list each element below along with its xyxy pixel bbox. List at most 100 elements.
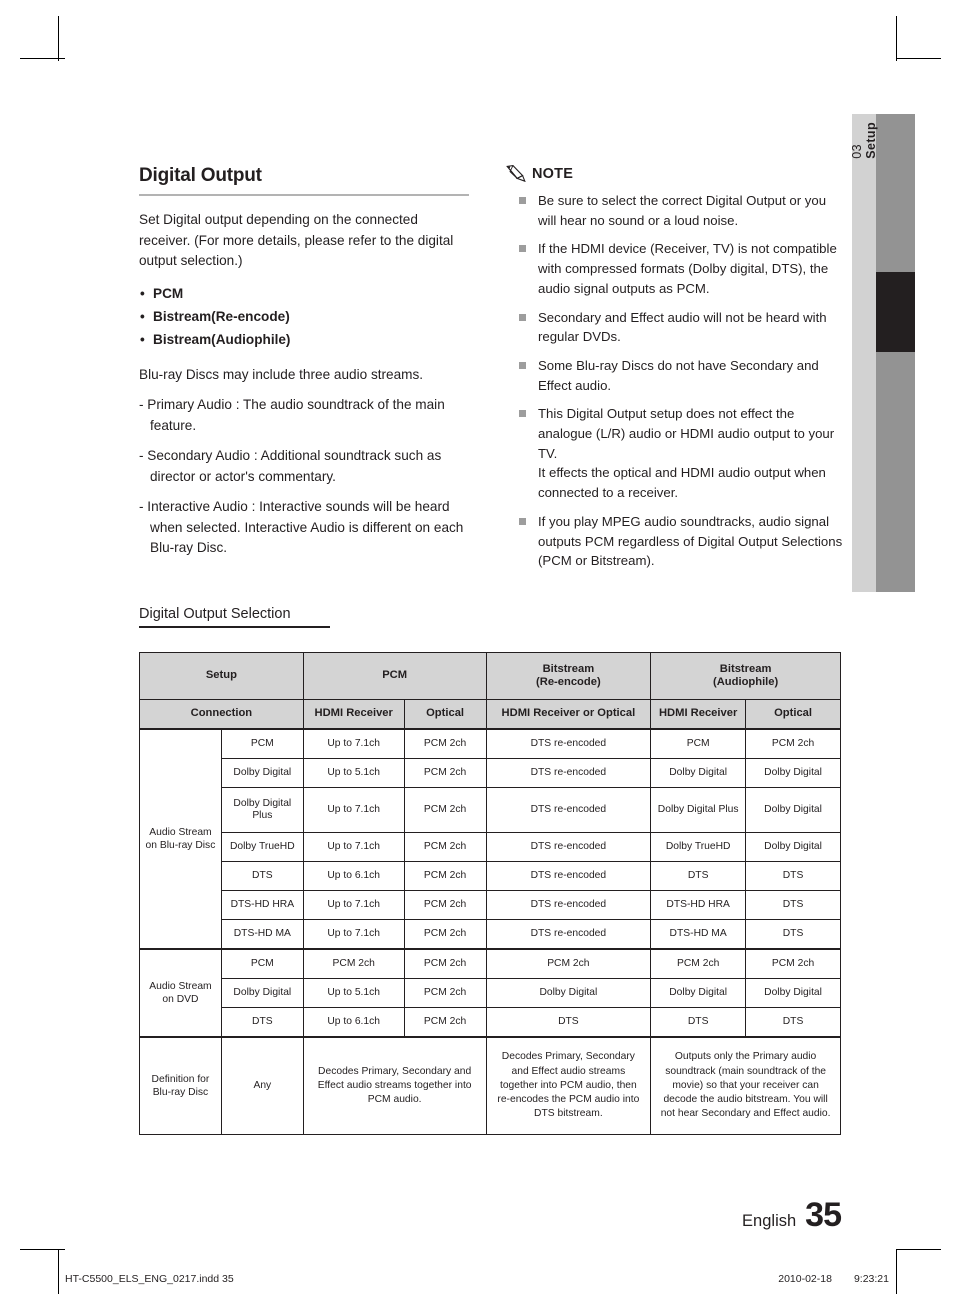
header-reencode-hdmi-or-optical: HDMI Receiver or Optical [485, 699, 652, 730]
cell-stream-name: Dolby Digital [220, 758, 304, 788]
cell-stream-name: DTS [220, 1007, 304, 1038]
cell-reencode: PCM 2ch [485, 948, 652, 979]
side-tab-current-chapter-marker [876, 272, 915, 352]
cell-audiophile-optical: DTS [745, 1007, 841, 1038]
option-item-bitstream-audiophile: Bistream(Audiophile) [139, 328, 469, 351]
note-header: NOTE [506, 165, 844, 182]
cell-reencode: DTS [485, 1007, 652, 1038]
cell-reencode: Dolby Digital [485, 978, 652, 1008]
cell-audiophile-hdmi: Dolby Digital [650, 978, 747, 1008]
side-tab-number: 03 [850, 144, 864, 159]
cell-audiophile-optical: PCM 2ch [745, 948, 841, 979]
page-number: 35 [805, 1196, 842, 1234]
table-row: Dolby Digital Up to 5.1ch PCM 2ch Dolby … [140, 978, 841, 1008]
cell-stream-name: DTS [220, 861, 304, 891]
cell-pcm-hdmi: Up to 7.1ch [302, 728, 405, 759]
stream-item-primary-audio: - Primary Audio : The audio soundtrack o… [139, 397, 445, 433]
note-label: NOTE [532, 165, 574, 182]
table-row: DTS Up to 6.1ch PCM 2ch DTS DTS DTS [140, 1007, 841, 1038]
cell-pcm-optical: PCM 2ch [403, 758, 487, 788]
cell-stream-name: PCM [220, 948, 304, 979]
print-metadata-footer: HT-C5500_ELS_ENG_0217.indd 35 2010-02-18… [65, 1273, 889, 1285]
table-row: Audio Stream on DVD PCM PCM 2ch PCM 2ch … [139, 948, 841, 1038]
header-connection: Connection [139, 699, 304, 730]
cell-pcm-optical: PCM 2ch [403, 919, 487, 950]
cell-stream-name: PCM [220, 728, 304, 759]
crop-mark-bottom-right-vertical [896, 1249, 897, 1294]
print-time: 9:23:21 [853, 1273, 889, 1285]
note-item-2: If the HDMI device (Receiver, TV) is not… [506, 239, 844, 298]
cell-pcm-hdmi: Up to 6.1ch [302, 1007, 405, 1038]
cell-stream-name: Dolby TrueHD [220, 832, 304, 862]
right-note-column: NOTE Be sure to select the correct Digit… [506, 165, 844, 580]
cell-pcm-optical: PCM 2ch [403, 787, 487, 833]
title-underline [139, 194, 469, 196]
streams-intro-paragraph: Blu-ray Discs may include three audio st… [139, 366, 424, 382]
subsection-title: Digital Output Selection [139, 606, 291, 622]
header-group-bitstream-audiophile: Bitstream (Audiophile) [650, 652, 841, 700]
cell-audiophile-hdmi: DTS [650, 861, 747, 891]
side-tab-dark-band [876, 114, 915, 592]
note-items-list: Be sure to select the correct Digital Ou… [506, 191, 844, 571]
cell-pcm-optical: PCM 2ch [403, 890, 487, 920]
header-group-setup: Setup [139, 652, 304, 700]
cell-pcm-optical: PCM 2ch [403, 948, 487, 979]
cell-definition-audiophile: Outputs only the Primary audio soundtrac… [650, 1036, 841, 1135]
table-row: DTS-HD HRA Up to 7.1ch PCM 2ch DTS re-en… [140, 890, 841, 920]
header-pcm-optical: Optical [403, 699, 487, 730]
cell-audiophile-hdmi: Dolby Digital Plus [650, 787, 747, 833]
cell-pcm-hdmi: Up to 6.1ch [302, 861, 405, 891]
note-item-6: If you play MPEG audio soundtracks, audi… [506, 512, 844, 571]
cell-pcm-hdmi: Up to 7.1ch [302, 787, 405, 833]
cell-audiophile-optical: Dolby Digital [745, 787, 841, 833]
cell-stream-name: DTS-HD HRA [220, 890, 304, 920]
cell-reencode: DTS re-encoded [485, 919, 652, 950]
stream-item-secondary-audio: - Secondary Audio : Additional soundtrac… [139, 448, 442, 484]
cell-pcm-optical: PCM 2ch [403, 978, 487, 1008]
cell-reencode: DTS re-encoded [485, 728, 652, 759]
table-row: DTS Up to 6.1ch PCM 2ch DTS re-encoded D… [140, 861, 841, 891]
cell-audiophile-hdmi: PCM 2ch [650, 948, 747, 979]
table-row: DTS-HD MA Up to 7.1ch PCM 2ch DTS re-enc… [140, 919, 841, 950]
cell-audiophile-optical: DTS [745, 861, 841, 891]
cell-audiophile-optical: Dolby Digital [745, 758, 841, 788]
side-tab-text: 03 Setup [850, 114, 878, 592]
table-row: Audio Stream on Blu-ray Disc PCM Up to 7… [139, 728, 841, 950]
note-item-3: Secondary and Effect audio will not be h… [506, 308, 844, 347]
cell-reencode: DTS re-encoded [485, 861, 652, 891]
header-audiophile-hdmi-receiver: HDMI Receiver [650, 699, 747, 730]
cell-pcm-hdmi: Up to 5.1ch [302, 978, 405, 1008]
table-row: Dolby Digital Plus Up to 7.1ch PCM 2ch D… [140, 787, 841, 833]
left-text-column: Digital Output Set Digital output depend… [139, 165, 469, 569]
cell-pcm-optical: PCM 2ch [403, 1007, 487, 1038]
cell-pcm-hdmi: Up to 7.1ch [302, 890, 405, 920]
stream-item-interactive-audio: - Interactive Audio : Interactive sounds… [139, 499, 464, 555]
crop-mark-bottom-right-horizontal [896, 1249, 941, 1250]
pencil-icon [506, 165, 526, 182]
cell-reencode: DTS re-encoded [485, 890, 652, 920]
crop-mark-top-left-vertical [58, 16, 59, 61]
note-item-4: Some Blu-ray Discs do not have Secondary… [506, 356, 844, 395]
header-group-pcm: PCM [302, 652, 487, 700]
crop-mark-bottom-left-vertical [58, 1249, 59, 1294]
cell-reencode: DTS re-encoded [485, 832, 652, 862]
cell-pcm-hdmi: Up to 5.1ch [302, 758, 405, 788]
subsection-header: Digital Output Selection [139, 606, 339, 628]
cell-pcm-hdmi: Up to 7.1ch [302, 919, 405, 950]
footer-language: English [742, 1212, 797, 1230]
crop-mark-top-left-horizontal [20, 58, 65, 59]
print-timestamp-group: 2010-02-18 9:23:21 [778, 1273, 889, 1285]
cell-audiophile-hdmi: Dolby Digital [650, 758, 747, 788]
cell-reencode: DTS re-encoded [485, 787, 652, 833]
table-header: Setup PCM Bitstream (Re-encode) Bitstrea… [139, 652, 841, 730]
cell-definition-pcm: Decodes Primary, Secondary and Effect au… [302, 1036, 487, 1135]
cell-audiophile-optical: Dolby Digital [745, 978, 841, 1008]
subsection-underline [139, 626, 330, 628]
cell-definition-any: Any [220, 1036, 304, 1135]
note-item-1: Be sure to select the correct Digital Ou… [506, 191, 844, 230]
option-item-pcm: PCM [139, 282, 469, 305]
note-item-5: This Digital Output setup does not effec… [506, 404, 844, 503]
cell-reencode: DTS re-encoded [485, 758, 652, 788]
cell-audiophile-hdmi: PCM [650, 728, 747, 759]
row-group-label-definition: Definition for Blu-ray Disc [139, 1036, 222, 1135]
